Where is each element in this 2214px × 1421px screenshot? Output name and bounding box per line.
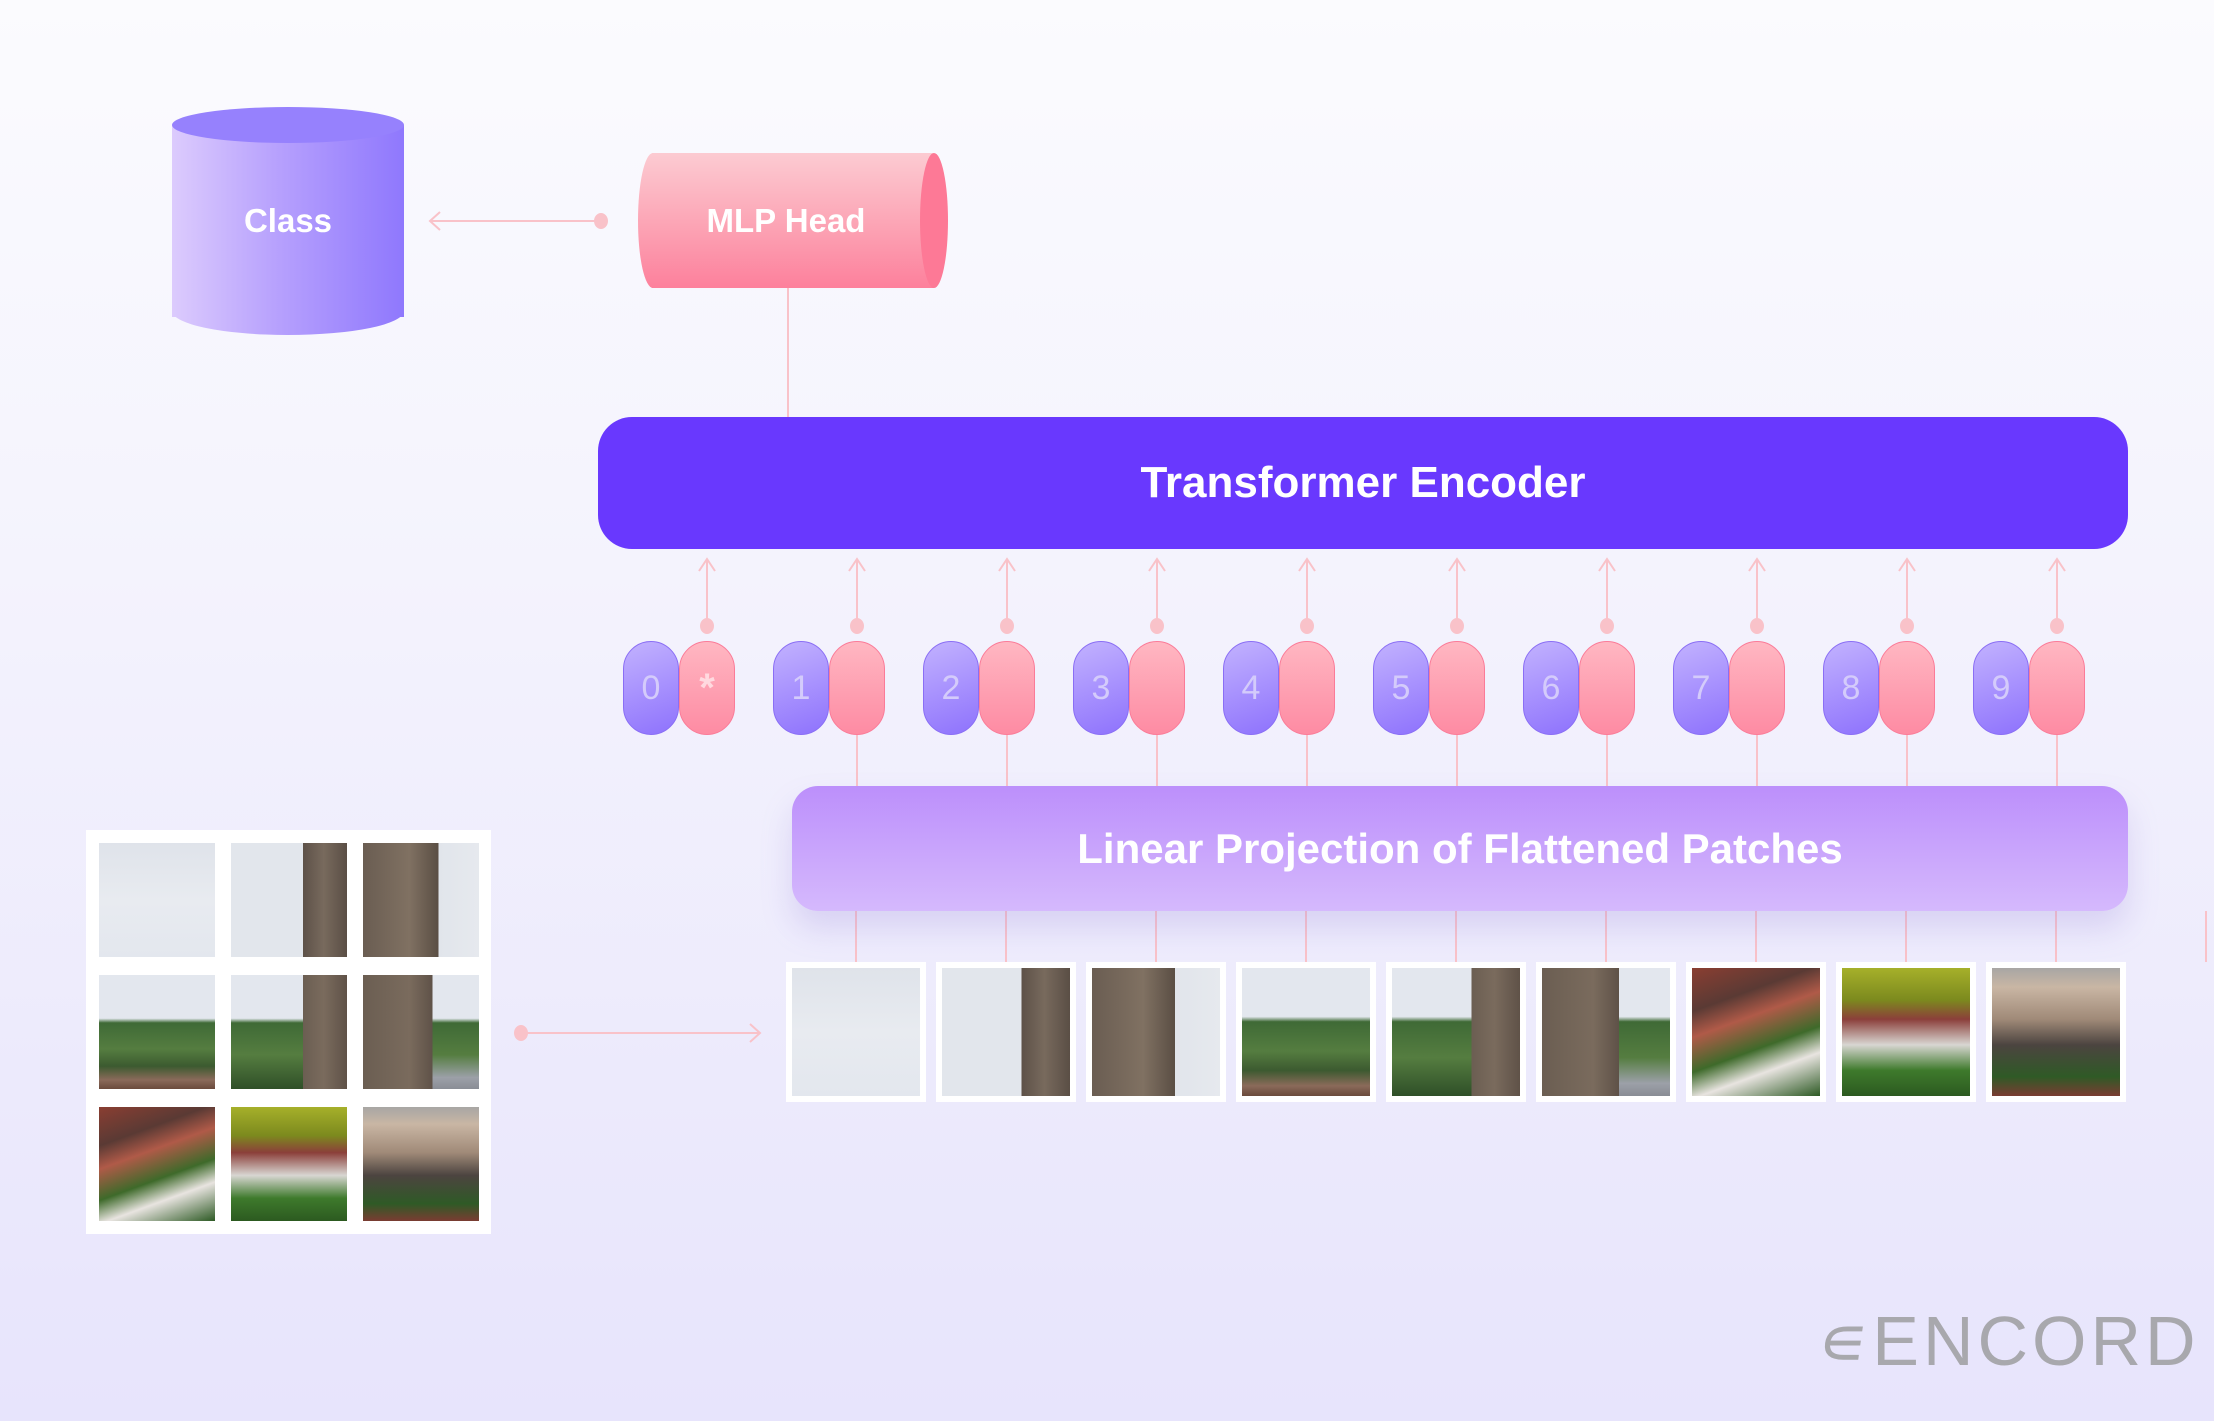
token-dot-2	[1000, 618, 1014, 634]
flattened-patch-7	[1686, 962, 1826, 1102]
logo-text: ENCORD	[1872, 1302, 2200, 1380]
position-embedding-5: 5	[1373, 641, 1429, 735]
flattened-patch-3	[1086, 962, 1226, 1102]
mlp-head-node: MLP Head	[638, 153, 948, 288]
patch-image	[1842, 968, 1970, 1096]
position-embedding-2: 2	[923, 641, 979, 735]
patch-image	[1092, 968, 1220, 1096]
grid-patch-9	[363, 1107, 479, 1221]
mlp-to-class-dot	[594, 213, 608, 229]
linear-projection-block: Linear Projection of Flattened Patches	[792, 786, 2128, 911]
patch-embedding-2	[979, 641, 1035, 735]
token-dot-6	[1600, 618, 1614, 634]
mlp-head-label: MLP Head	[706, 201, 866, 239]
grid-patch-7	[99, 1107, 215, 1221]
class-label: Class	[243, 202, 333, 239]
position-embedding-4: 4	[1223, 641, 1279, 735]
class-token-embedding: *	[679, 641, 735, 735]
token-dot-1	[850, 618, 864, 634]
patch-image	[792, 968, 920, 1096]
token-dot-9	[2050, 618, 2064, 634]
patch-embedding-8	[1879, 641, 1935, 735]
flattened-patch-2	[936, 962, 1076, 1102]
token-dot-0	[700, 618, 714, 634]
grid-to-patches-dot	[514, 1025, 528, 1041]
class-node: Class	[172, 107, 404, 335]
token-dot-4	[1300, 618, 1314, 634]
flattened-patch-6	[1536, 962, 1676, 1102]
transformer-encoder-block: Transformer Encoder	[598, 417, 2128, 549]
position-embedding-8: 8	[1823, 641, 1879, 735]
transformer-encoder-label: Transformer Encoder	[1140, 458, 1586, 507]
position-embedding-7: 7	[1673, 641, 1729, 735]
patch-image	[942, 968, 1070, 1096]
patch-image	[1542, 968, 1670, 1096]
flattened-patch-5	[1386, 962, 1526, 1102]
linear-projection-label: Linear Projection of Flattened Patches	[1077, 824, 1843, 872]
encord-logo: ∊ENCORD	[1813, 1300, 2200, 1382]
position-embedding-0: 0	[623, 641, 679, 735]
grid-patch-8	[231, 1107, 347, 1221]
patch-image	[1392, 968, 1520, 1096]
grid-patch-2	[231, 843, 347, 957]
flattened-patch-9	[1986, 962, 2126, 1102]
flattened-patch-1	[786, 962, 926, 1102]
patch-image	[1692, 968, 1820, 1096]
token-dot-5	[1450, 618, 1464, 634]
grid-patch-5	[231, 975, 347, 1089]
position-embedding-3: 3	[1073, 641, 1129, 735]
token-dot-8	[1900, 618, 1914, 634]
token-dot-3	[1150, 618, 1164, 634]
encord-e-icon: ∊	[1812, 1302, 1878, 1380]
flattened-patch-8	[1836, 962, 1976, 1102]
grid-patch-6	[363, 975, 479, 1089]
patch-embedding-4	[1279, 641, 1335, 735]
position-embedding-9: 9	[1973, 641, 2029, 735]
patch-embedding-6	[1579, 641, 1635, 735]
position-embedding-1: 1	[773, 641, 829, 735]
patch-image	[1992, 968, 2120, 1096]
patch-embedding-1	[829, 641, 885, 735]
input-image-grid	[86, 830, 491, 1234]
patch-embedding-3	[1129, 641, 1185, 735]
grid-patch-4	[99, 975, 215, 1089]
grid-patch-3	[363, 843, 479, 957]
position-embedding-6: 6	[1523, 641, 1579, 735]
flattened-patch-4	[1236, 962, 1376, 1102]
grid-patch-1	[99, 843, 215, 957]
patch-embedding-9	[2029, 641, 2085, 735]
token-dot-7	[1750, 618, 1764, 634]
patch-image	[1242, 968, 1370, 1096]
patch-embedding-5	[1429, 641, 1485, 735]
patch-embedding-7	[1729, 641, 1785, 735]
